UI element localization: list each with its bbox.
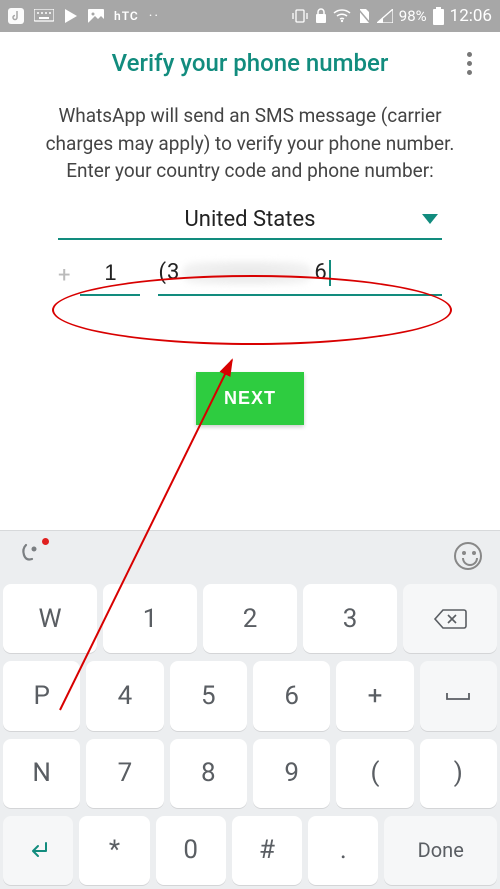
notification-dot — [42, 538, 49, 545]
battery-pct: 98% — [399, 7, 427, 25]
vibrate-icon — [291, 8, 309, 24]
key-3[interactable]: 3 — [303, 584, 397, 653]
kb-row-4: * 0 # . Done — [0, 812, 500, 889]
app-header: Verify your phone number — [0, 32, 500, 94]
play-store-icon — [64, 8, 78, 24]
key-hash[interactable]: # — [232, 816, 302, 885]
kb-row-1: W 1 2 3 — [0, 580, 500, 657]
status-right: 98% 12:06 — [291, 6, 492, 26]
instructions-text: WhatsApp will send an SMS message (carri… — [0, 94, 500, 185]
key-n[interactable]: N — [3, 739, 80, 808]
key-7[interactable]: 7 — [86, 739, 163, 808]
redacted-phone-middle — [182, 261, 312, 285]
wifi-icon — [333, 9, 351, 23]
phone-prefix: (3 — [158, 260, 180, 285]
text-cursor — [329, 260, 331, 286]
key-close-paren[interactable]: ) — [420, 739, 497, 808]
lock-icon — [315, 8, 327, 24]
key-2[interactable]: 2 — [203, 584, 297, 653]
key-9[interactable]: 9 — [253, 739, 330, 808]
key-plus[interactable]: + — [336, 661, 413, 730]
key-space[interactable] — [420, 661, 497, 730]
next-button[interactable]: NEXT — [196, 372, 304, 425]
key-0[interactable]: 0 — [156, 816, 226, 885]
no-sim-icon — [357, 8, 371, 24]
key-open-paren[interactable]: ( — [336, 739, 413, 808]
emoji-button[interactable] — [454, 542, 482, 570]
key-asterisk[interactable]: * — [79, 816, 149, 885]
htc-brand: hTC — [114, 9, 139, 23]
key-p[interactable]: P — [3, 661, 80, 730]
clock-time: 12:06 — [450, 6, 492, 26]
key-period[interactable]: . — [308, 816, 378, 885]
status-left: hTC ·· — [8, 8, 160, 24]
page-title: Verify your phone number — [112, 49, 389, 77]
key-w[interactable]: W — [3, 584, 97, 653]
phone-input-row: + (3 6 — [58, 254, 442, 296]
key-backspace[interactable] — [403, 584, 497, 653]
key-done[interactable]: Done — [384, 816, 496, 885]
key-4[interactable]: 4 — [86, 661, 163, 730]
overflow-menu-button[interactable] — [452, 46, 486, 80]
signal-icon — [377, 9, 393, 23]
battery-icon — [433, 7, 444, 25]
keyboard-toolbar — [0, 530, 500, 580]
key-5[interactable]: 5 — [170, 661, 247, 730]
key-8[interactable]: 8 — [170, 739, 247, 808]
android-status-bar: hTC ·· 98% 12:06 — [0, 0, 500, 32]
kb-row-3: N 7 8 9 ( ) — [0, 735, 500, 812]
touchpal-icon[interactable] — [18, 541, 42, 571]
plus-prefix: + — [58, 263, 70, 288]
key-6[interactable]: 6 — [253, 661, 330, 730]
dropdown-arrow-icon — [422, 214, 438, 224]
key-1[interactable]: 1 — [103, 584, 197, 653]
phone-number-input[interactable]: (3 6 — [158, 254, 442, 296]
country-selector[interactable]: United States — [58, 207, 442, 240]
key-return[interactable] — [3, 816, 73, 885]
keyboard-notif-icon — [34, 9, 54, 23]
image-notif-icon — [88, 9, 104, 23]
more-notifs-icon: ·· — [149, 8, 160, 24]
tiktok-icon — [8, 8, 24, 24]
kb-row-2: P 4 5 6 + — [0, 657, 500, 734]
selected-country: United States — [58, 207, 442, 232]
country-code-input[interactable] — [80, 254, 140, 296]
phone-suffix: 6 — [314, 260, 327, 285]
soft-keyboard: W 1 2 3 P 4 5 6 + N 7 8 9 ( ) * 0 # . Do… — [0, 580, 500, 889]
